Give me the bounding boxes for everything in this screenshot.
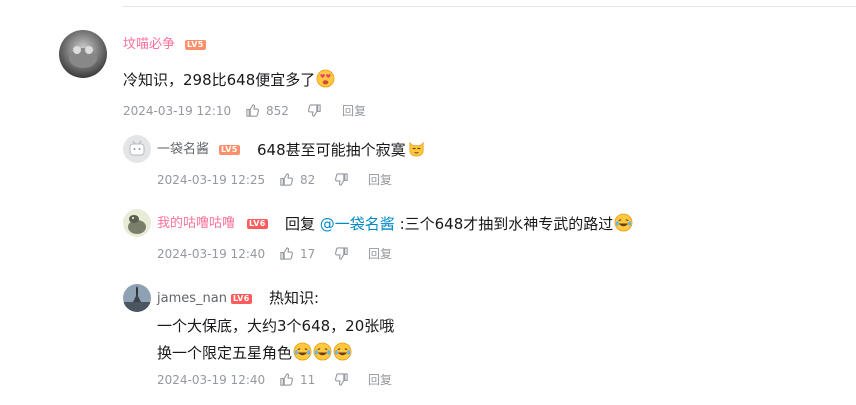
username[interactable]: james_nan [157,291,227,307]
reply-content: :三个648才抽到水神专武的路过 [394,215,614,233]
thumb-down-icon[interactable] [334,172,349,191]
reply-button[interactable]: 回复 [368,246,392,262]
reply-text: 回复 @一袋名酱 :三个648才抽到水神专武的路过 [285,213,633,237]
like-count: 82 [300,173,316,187]
avatar[interactable] [123,135,151,163]
emoji-laughing-tears [313,342,332,366]
username[interactable]: 我的咕噜咕噜 [157,216,235,232]
comment-content: 冷知识，298比648便宜多了 [123,71,316,89]
thumb-up-icon[interactable] [279,246,294,265]
emoji-laughing-tears [293,342,312,366]
timestamp: 2024-03-19 12:40 [157,373,266,387]
username[interactable]: 坟喵必争 [123,37,175,53]
reply-line: 热知识: [269,289,320,307]
avatar[interactable] [123,209,151,237]
reply-content: 648甚至可能抽个寂寞 [257,141,406,159]
reply-button[interactable]: 回复 [342,103,366,119]
thumb-down-icon[interactable] [334,246,349,265]
emoji-laughing-tears [333,342,352,366]
timestamp: 2024-03-19 12:10 [123,104,232,118]
reply-line: 一个大保底，大约3个648，20张哦 [157,317,395,335]
reply-meta: 2024-03-19 12:25 82 回复 [157,172,417,188]
like-count: 852 [266,104,289,118]
mention-link[interactable]: @一袋名酱 [320,215,395,233]
emoji-laughing-tears [614,213,633,237]
reply-line-with-emoji: 换一个限定五星角色 [157,342,352,366]
emoji-heart-eyes [316,69,335,93]
reply-button[interactable]: 回复 [368,172,392,188]
level-badge: LV5 [219,145,240,155]
avatar[interactable] [123,284,151,312]
thumb-up-icon[interactable] [279,172,294,191]
level-badge: LV6 [247,219,268,229]
reply-prefix: 回复 [285,215,320,233]
reply-line: 换一个限定五星角色 [157,344,293,362]
thumb-down-icon[interactable] [334,372,349,391]
like-count: 11 [300,373,316,387]
username[interactable]: 一袋名酱 [157,142,209,158]
timestamp: 2024-03-19 12:40 [157,247,266,261]
divider [122,6,856,7]
reply-text: 648甚至可能抽个寂寞 [257,139,426,163]
emoji-smirk-cat [407,139,426,163]
like-count: 17 [300,247,316,261]
level-badge: LV6 [231,294,252,304]
timestamp: 2024-03-19 12:25 [157,173,266,187]
level-badge: LV5 [185,40,206,50]
avatar[interactable] [59,30,107,78]
thumb-up-icon[interactable] [279,372,294,391]
comment-meta: 2024-03-19 12:10 852 回复 [123,103,383,119]
reply-button[interactable]: 回复 [368,372,392,388]
reply-meta: 2024-03-19 12:40 11 回复 [157,372,417,388]
thumb-up-icon[interactable] [245,103,260,122]
reply-meta: 2024-03-19 12:40 17 回复 [157,246,417,262]
thumb-down-icon[interactable] [307,103,322,122]
comment-text: 冷知识，298比648便宜多了 [123,69,335,93]
